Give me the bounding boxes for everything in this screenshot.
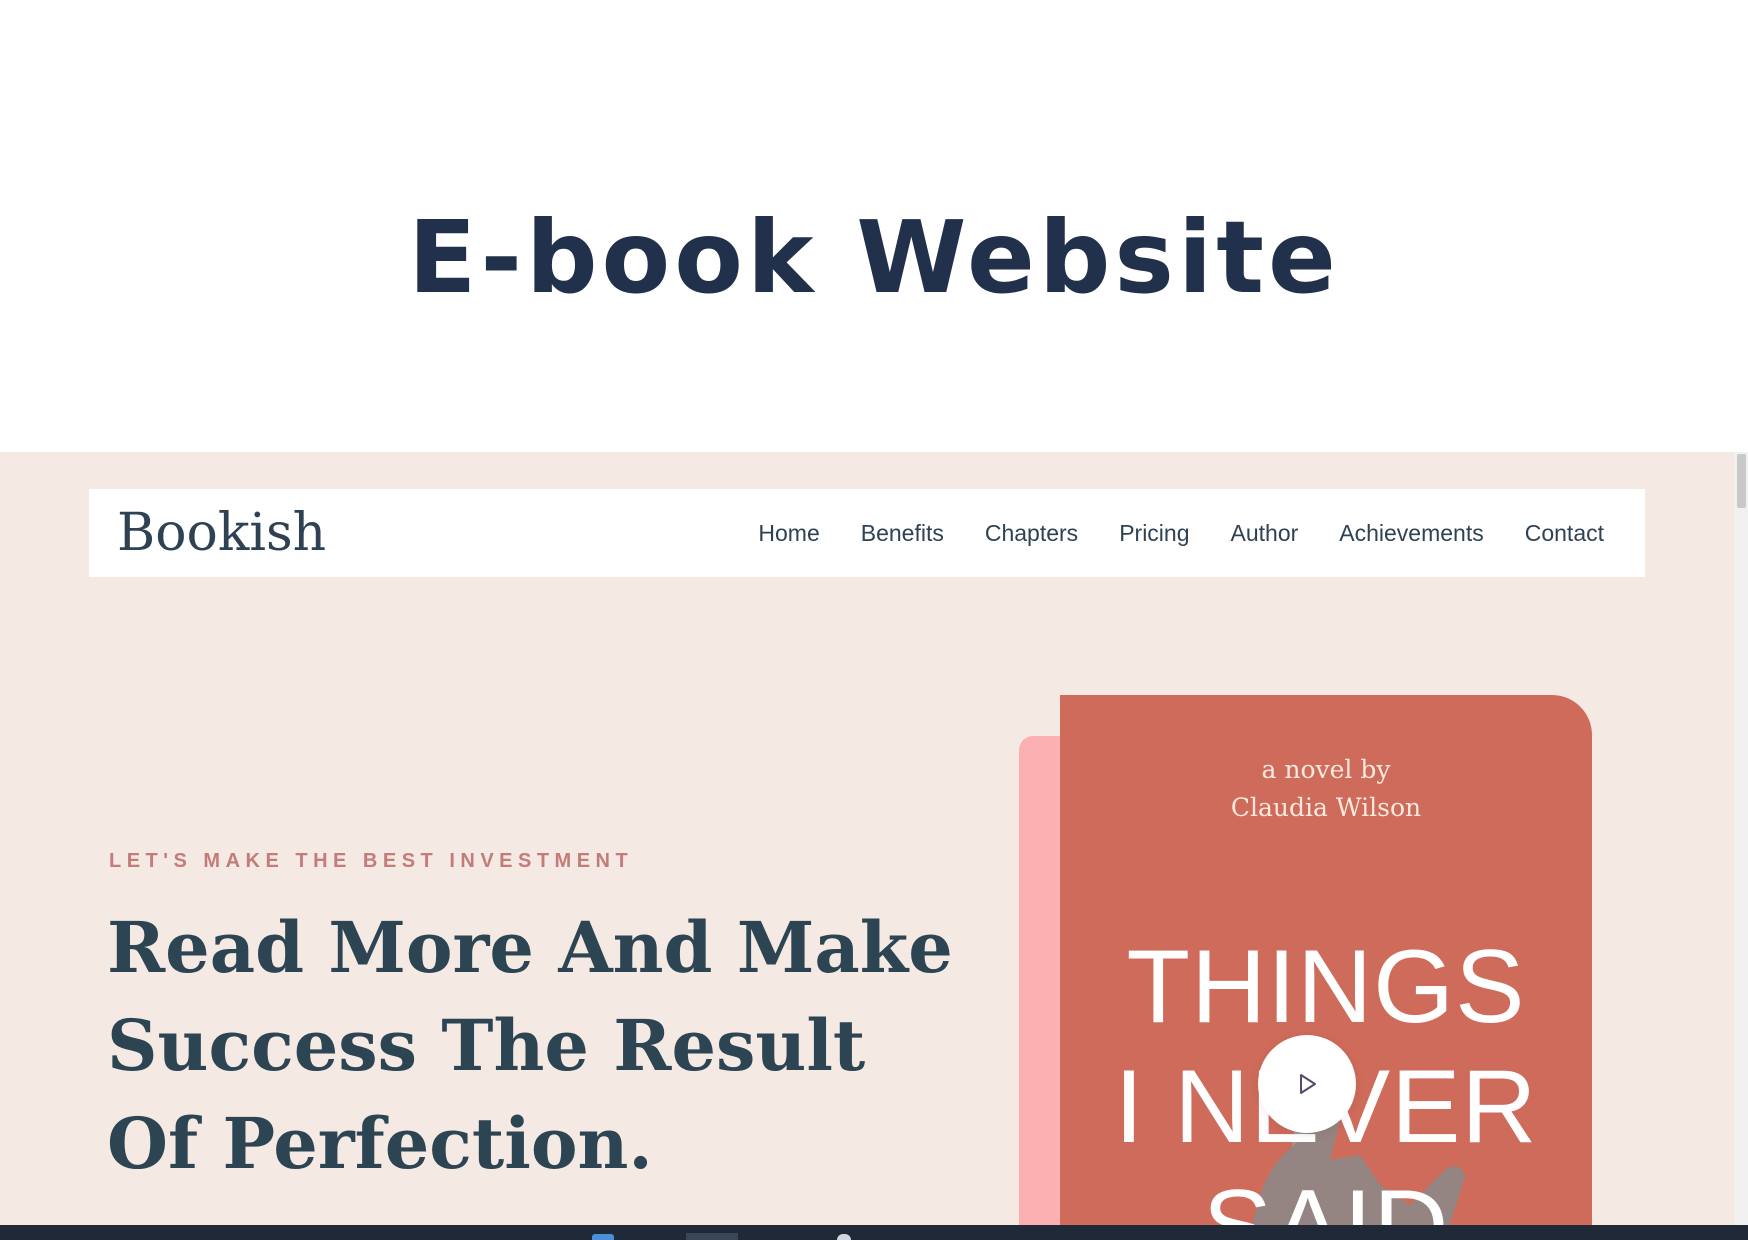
taskbar-app-icon[interactable] bbox=[592, 1234, 614, 1240]
taskbar-app-icon[interactable] bbox=[837, 1234, 851, 1240]
logo[interactable]: Bookish bbox=[117, 501, 326, 565]
navbar: Bookish Home Benefits Chapters Pricing A… bbox=[89, 489, 1645, 577]
nav-pricing[interactable]: Pricing bbox=[1119, 520, 1189, 547]
taskbar bbox=[0, 1225, 1748, 1240]
title-area: E-book Website bbox=[0, 0, 1748, 452]
hero-headline-line: Of Perfection. bbox=[107, 1102, 653, 1185]
nav-achievements[interactable]: Achievements bbox=[1339, 520, 1483, 547]
hero-headline-line: Success The Result bbox=[107, 1004, 866, 1087]
hero-headline-line: Read More And Make bbox=[107, 906, 953, 989]
nav-benefits[interactable]: Benefits bbox=[861, 520, 944, 547]
website-preview: Bookish Home Benefits Chapters Pricing A… bbox=[0, 452, 1734, 1225]
book-author: Claudia Wilson bbox=[1230, 793, 1422, 822]
taskbar-app-icon[interactable] bbox=[686, 1233, 738, 1240]
scrollbar[interactable] bbox=[1734, 452, 1748, 1225]
play-icon bbox=[1300, 1074, 1316, 1094]
book-title-line: SAID bbox=[1203, 1169, 1450, 1225]
nav-menu: Home Benefits Chapters Pricing Author Ac… bbox=[758, 489, 1604, 577]
page-title: E-book Website bbox=[408, 199, 1340, 316]
book-title-line: THINGS bbox=[1126, 929, 1526, 1045]
book-byline-line: a novel by bbox=[1261, 755, 1391, 784]
nav-author[interactable]: Author bbox=[1231, 520, 1299, 547]
book-cover: a novel by Claudia Wilson THINGS I NEVER… bbox=[1060, 695, 1592, 1225]
play-button[interactable] bbox=[1258, 1035, 1356, 1133]
hero-eyebrow: LET'S MAKE THE BEST INVESTMENT bbox=[109, 850, 634, 872]
nav-home[interactable]: Home bbox=[758, 520, 819, 547]
nav-chapters[interactable]: Chapters bbox=[985, 520, 1078, 547]
book-byline: a novel by Claudia Wilson bbox=[1060, 751, 1592, 827]
hero-headline: Read More And Make Success The Result Of… bbox=[107, 899, 967, 1193]
nav-contact[interactable]: Contact bbox=[1525, 520, 1604, 547]
scrollbar-thumb[interactable] bbox=[1737, 454, 1746, 508]
